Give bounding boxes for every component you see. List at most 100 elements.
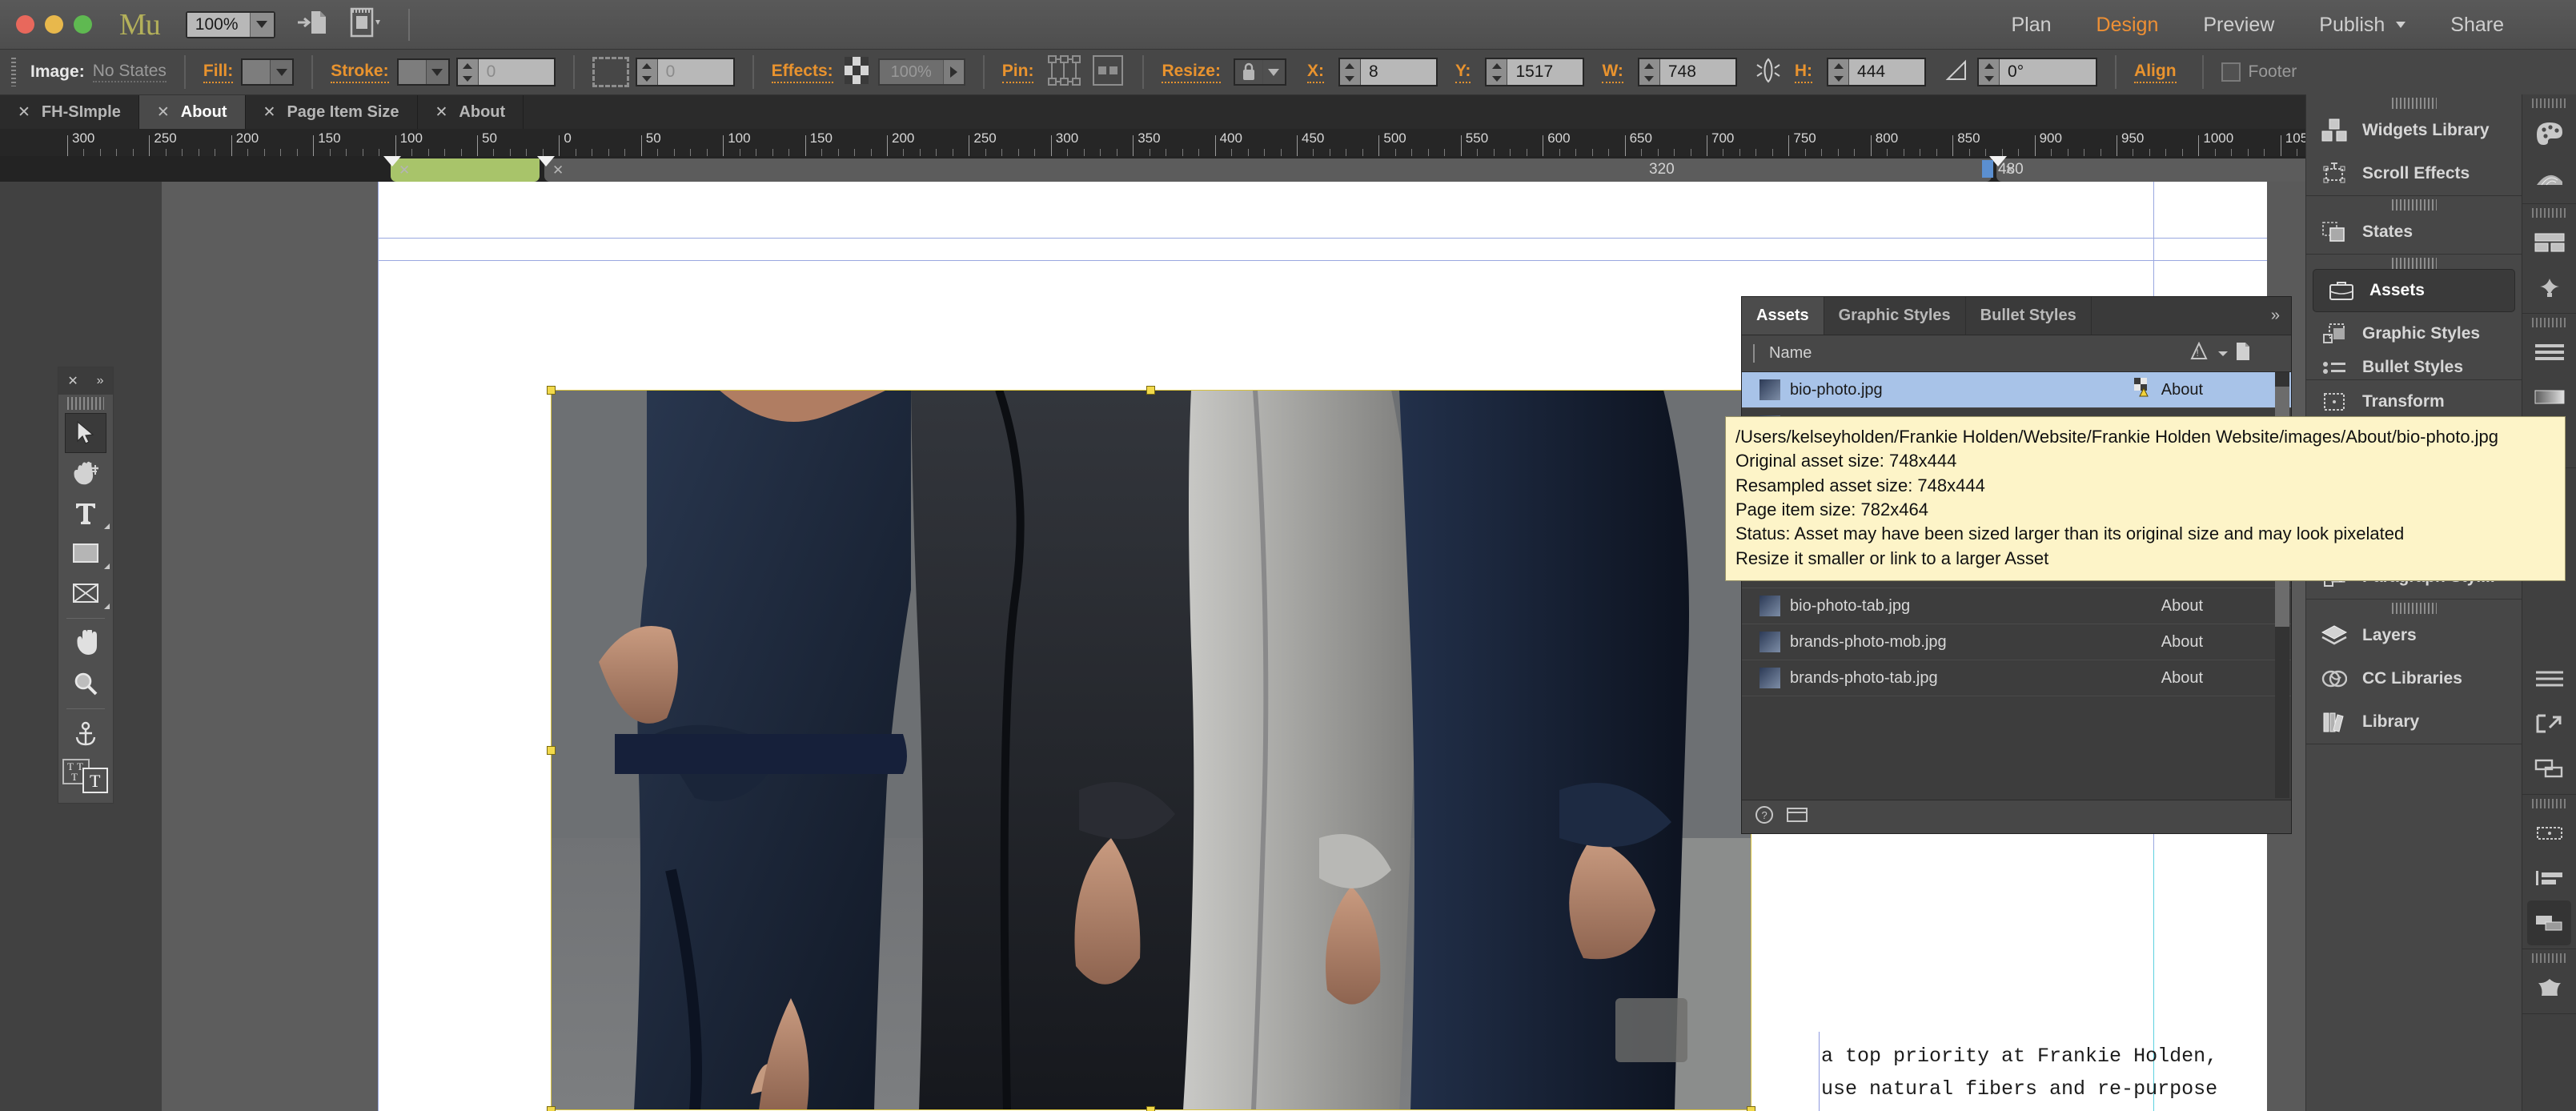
tab-about-2[interactable]: ✕ About (418, 95, 524, 129)
tab-bullet-styles[interactable]: Bullet Styles (1966, 297, 2092, 335)
horizontal-ruler[interactable]: 300 250 200 150 100 50 0 50 100 150 200 250 300 350 40… (0, 129, 2576, 156)
zoom-level-value[interactable]: 100% (187, 12, 250, 37)
increment-icon[interactable] (1345, 62, 1355, 69)
increment-icon[interactable] (463, 62, 473, 69)
control-bar-grip[interactable] (11, 58, 16, 86)
paragraph-rail-icon[interactable] (2522, 330, 2576, 375)
guide-horizontal-second[interactable] (378, 260, 2267, 261)
rotation-stepper[interactable]: 0° (1977, 58, 2098, 86)
page-body-text[interactable]: a top priority at Frankie Holden, use na… (1821, 1040, 2293, 1111)
breakpoint-segment-320[interactable]: ✕ (544, 158, 1992, 182)
h-arrows[interactable] (1828, 59, 1850, 85)
tool-flyout-icon[interactable] (104, 523, 110, 529)
y-arrows[interactable] (1487, 59, 1508, 85)
tab-graphic-styles[interactable]: Graphic Styles (1824, 297, 1966, 335)
dock-item-scroll-effects[interactable]: Scroll Effects (2306, 152, 2522, 195)
text-align-rail-icon[interactable] (2522, 856, 2576, 900)
image-states-value[interactable]: No States (92, 62, 167, 82)
decrement-icon[interactable] (1833, 75, 1844, 82)
opacity-slider-button[interactable] (942, 60, 964, 84)
decrement-icon[interactable] (1345, 75, 1355, 82)
table-row[interactable]: brands-photo-tab.jpg About (1742, 660, 2291, 696)
opacity-field[interactable]: 100% (877, 58, 965, 86)
menu-item-preview[interactable]: Preview (2203, 14, 2274, 37)
w-arrows[interactable] (1639, 59, 1660, 85)
decrement-icon[interactable] (1644, 75, 1655, 82)
rotation-arrows[interactable] (1979, 59, 2000, 85)
dock-item-widgets-library[interactable]: Widgets Library (2306, 109, 2522, 152)
dock-item-cc-libraries[interactable]: CC Libraries (2306, 657, 2522, 700)
breakpoint-segment-active[interactable]: ✕ (391, 158, 540, 182)
tool-flyout-icon[interactable] (104, 564, 110, 569)
dock-group-grip[interactable] (2391, 258, 2437, 269)
breakpoint-handle-320[interactable] (537, 156, 555, 166)
warning-sort-icon[interactable]: ! (2190, 341, 2211, 366)
menu-item-plan[interactable]: Plan (2011, 14, 2051, 37)
text-style-tool[interactable]: T T T T (58, 754, 113, 799)
fill-dropdown-button[interactable] (270, 60, 293, 84)
fill-color-swatch[interactable] (243, 60, 271, 84)
dock-item-assets[interactable]: Assets (2313, 269, 2515, 312)
dock-item-layers[interactable]: Layers (2306, 614, 2522, 657)
table-row[interactable]: bio-photo.jpg About (1742, 372, 2291, 408)
selection-handle-ml[interactable] (547, 746, 556, 755)
effects-checker-icon[interactable] (844, 56, 869, 88)
pin-grid-icon[interactable] (1046, 54, 1083, 91)
dock-group-grip[interactable] (2391, 199, 2437, 211)
dock-group-grip[interactable] (2391, 603, 2437, 614)
y-stepper[interactable]: 1517 (1485, 58, 1585, 86)
constrain-proportions-icon[interactable] (1753, 55, 1784, 90)
library-rail-icon[interactable] (2522, 965, 2576, 1010)
export-rail-icon[interactable] (2522, 701, 2576, 746)
dock-item-bullet-styles[interactable]: Bullet Styles (2306, 355, 2522, 379)
corner-radius-input[interactable]: 0 (657, 59, 733, 85)
crop-tool[interactable] (58, 453, 113, 493)
breakpoint-handle-active[interactable] (383, 156, 401, 166)
w-input[interactable]: 748 (1659, 59, 1735, 85)
align-button[interactable]: Align (2134, 62, 2177, 83)
preview-page-icon[interactable] (296, 8, 328, 41)
selection-tool[interactable] (65, 413, 106, 453)
decrement-icon[interactable] (463, 75, 473, 82)
maximize-window-button[interactable] (74, 15, 92, 34)
h-stepper[interactable]: 444 (1827, 58, 1927, 86)
dock-item-library[interactable]: Library (2306, 700, 2522, 744)
rotation-input[interactable]: 0° (2000, 59, 2097, 85)
rail-group-grip[interactable] (2531, 208, 2567, 218)
arrange-rail-icon[interactable] (2522, 746, 2576, 791)
panel-menu-icon[interactable]: » (2260, 297, 2291, 335)
selection-handle-tc[interactable] (1146, 386, 1155, 395)
fill-swatch[interactable] (241, 58, 295, 86)
resize-mode-control[interactable] (1233, 58, 1286, 86)
stroke-weight-input[interactable]: 0 (478, 59, 554, 85)
close-icon[interactable]: ✕ (435, 103, 448, 122)
dock-item-states[interactable]: States (2306, 211, 2522, 254)
table-row[interactable]: bio-photo-tab.jpg About (1742, 588, 2291, 624)
footer-checkbox[interactable] (2221, 62, 2241, 82)
increment-icon[interactable] (1833, 62, 1844, 69)
resize-dropdown-button[interactable] (1262, 60, 1285, 84)
menu-item-publish[interactable]: Publish (2319, 14, 2406, 37)
dock-group-grip[interactable] (2391, 98, 2437, 109)
toolbox-grip[interactable] (67, 397, 104, 410)
menu-item-share[interactable]: Share (2450, 14, 2504, 37)
tool-flyout-icon[interactable] (104, 604, 110, 609)
states-rail-icon[interactable] (2522, 811, 2576, 856)
selection-handle-tl[interactable] (547, 386, 556, 395)
anchor-tool[interactable] (58, 714, 113, 754)
decrement-icon[interactable] (642, 75, 652, 82)
pin-mode-icon[interactable] (1091, 54, 1125, 91)
x-stepper[interactable]: 8 (1338, 58, 1438, 86)
table-row[interactable]: brands-photo-mob.jpg About (1742, 624, 2291, 660)
zoom-dropdown-button[interactable] (249, 12, 274, 37)
file-icon[interactable] (2235, 342, 2251, 366)
scroll-effects-rail-icon[interactable] (2522, 265, 2576, 310)
tab-about[interactable]: ✕ About (138, 95, 246, 129)
rail-group-grip[interactable] (2531, 318, 2567, 327)
zoom-level-combo[interactable]: 100% (185, 10, 275, 38)
tab-fh-simple[interactable]: ✕ FH-SImple (0, 95, 139, 129)
menu-item-design[interactable]: Design (2097, 14, 2159, 37)
stroke-swatch[interactable] (396, 58, 450, 86)
minimize-window-button[interactable] (45, 15, 63, 34)
selection-handle-bc[interactable] (1146, 1106, 1155, 1111)
